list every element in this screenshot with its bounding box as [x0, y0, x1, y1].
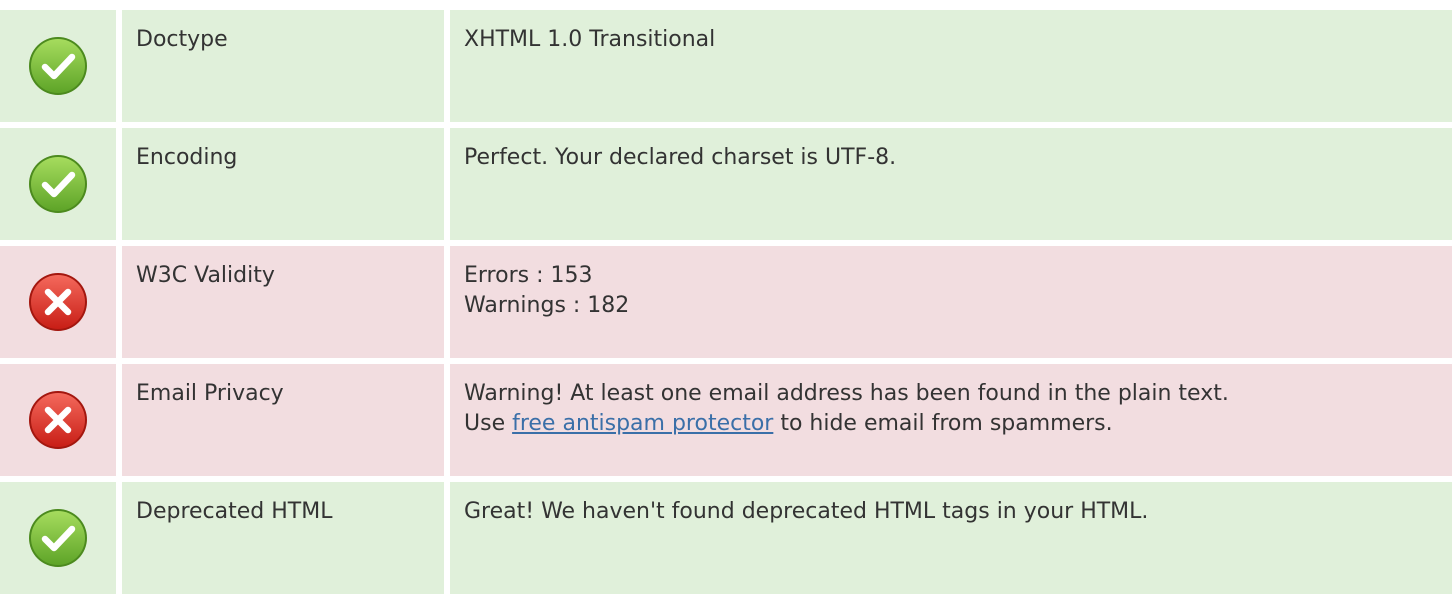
- result-text-line2: Use free antispam protector to hide emai…: [464, 409, 1452, 439]
- check-circle-icon: [29, 155, 87, 213]
- result-text: Warning! At least one email address has …: [464, 381, 1229, 406]
- status-cell: [0, 246, 116, 358]
- check-circle-icon: [29, 37, 87, 95]
- check-label: Email Privacy: [122, 364, 444, 476]
- check-label: Deprecated HTML: [122, 482, 444, 594]
- status-cell: [0, 10, 116, 122]
- check-label: Doctype: [122, 10, 444, 122]
- antispam-protector-link[interactable]: free antispam protector: [512, 411, 773, 436]
- result-row-encoding: Encoding Perfect. Your declared charset …: [0, 128, 1452, 240]
- text-suffix: to hide email from spammers.: [773, 411, 1113, 436]
- check-label: W3C Validity: [122, 246, 444, 358]
- result-row-deprecated-html: Deprecated HTML Great! We haven't found …: [0, 482, 1452, 594]
- check-result: Perfect. Your declared charset is UTF-8.: [450, 128, 1452, 240]
- warnings-count: Warnings : 182: [464, 293, 630, 318]
- check-circle-icon: [29, 509, 87, 567]
- check-result: Warning! At least one email address has …: [450, 364, 1452, 476]
- result-text: Perfect. Your declared charset is UTF-8.: [464, 145, 897, 170]
- check-result: XHTML 1.0 Transitional: [450, 10, 1452, 122]
- status-cell: [0, 128, 116, 240]
- x-circle-icon: [29, 391, 87, 449]
- x-circle-icon: [29, 273, 87, 331]
- result-text: XHTML 1.0 Transitional: [464, 27, 716, 52]
- errors-count: Errors : 153: [464, 263, 593, 288]
- check-result: Errors : 153 Warnings : 182: [450, 246, 1452, 358]
- result-row-doctype: Doctype XHTML 1.0 Transitional: [0, 10, 1452, 122]
- result-row-email-privacy: Email Privacy Warning! At least one emai…: [0, 364, 1452, 476]
- status-cell: [0, 482, 116, 594]
- seo-results-table: Doctype XHTML 1.0 Transitional Encoding …: [0, 0, 1452, 594]
- status-cell: [0, 364, 116, 476]
- result-row-w3c-validity: W3C Validity Errors : 153 Warnings : 182: [0, 246, 1452, 358]
- check-result: Great! We haven't found deprecated HTML …: [450, 482, 1452, 594]
- check-label: Encoding: [122, 128, 444, 240]
- text-prefix: Use: [464, 411, 513, 436]
- result-text: Great! We haven't found deprecated HTML …: [464, 499, 1149, 524]
